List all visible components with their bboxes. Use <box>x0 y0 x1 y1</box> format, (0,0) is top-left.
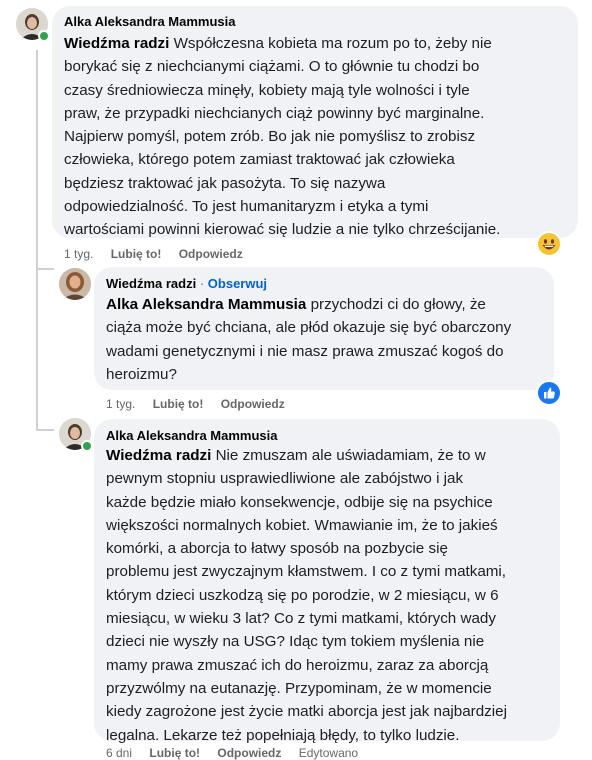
comment-line: większości normalnych kobiet. Wmawianie … <box>106 516 498 534</box>
comment-line: pewnym stopniu usprawiedliwione ale zabó… <box>106 470 464 488</box>
comment-line: miesiącu, w wieku 3 lat? Co z tymi matka… <box>106 610 496 628</box>
follow-button[interactable]: Obserwuj <box>208 276 267 291</box>
comment-line: heroizmu? <box>106 365 177 383</box>
comment-timestamp[interactable]: 6 dni <box>106 746 132 760</box>
comment-line: komórki, a aborcja to łatwy sposób na po… <box>106 540 448 558</box>
comment-actions: 1 tyg. Lubię to! Odpowiedz <box>64 247 257 261</box>
avatar[interactable] <box>59 268 91 300</box>
comment-line: dzieci nie wyszły na USG? Idąc tym tokie… <box>106 633 485 651</box>
comment-text: Wiedźma radzi Współczesna kobieta ma roz… <box>64 32 500 242</box>
comment-line: wadami genetycznymi i nie masz prawa zmu… <box>106 342 504 360</box>
comment-line: Nie zmuszam ale uświadamiam, że to w <box>211 447 486 464</box>
separator: · <box>199 276 205 291</box>
comment-actions: 6 dni Lubię to! Odpowiedz Edytowano <box>106 746 372 760</box>
comment-line: przyzwólmy na eutanazję. Przypominam, że… <box>106 679 492 697</box>
reply-button[interactable]: Odpowiedz <box>217 746 281 760</box>
comment-line: kiedy zagrożone jest życie matki aborcja… <box>106 703 507 721</box>
comment-author[interactable]: Alka Aleksandra Mammusia <box>106 428 277 443</box>
thread-line <box>36 50 38 430</box>
comment-line: ciąża może być chciana, ale płód okazuje… <box>106 319 512 337</box>
comment-text: Wiedźma radzi Nie zmuszam ale uświadamia… <box>106 444 507 747</box>
thumbs-up-icon[interactable] <box>536 380 562 406</box>
comment-timestamp[interactable]: 1 tyg. <box>64 247 93 261</box>
comment-line: każde będzie miało konsekwencje, odbije … <box>106 493 493 511</box>
online-status-dot <box>38 30 50 42</box>
comment-author[interactable]: Alka Aleksandra Mammusia <box>64 14 235 29</box>
comment-author-row: Wiedźma radzi · Obserwuj <box>106 276 267 291</box>
comment-line: wartościami powinni kierować się ludzie … <box>64 221 501 239</box>
comment-line: przychodzi ci do głowy, że <box>306 296 486 313</box>
like-button[interactable]: Lubię to! <box>149 746 200 760</box>
online-status-dot <box>81 440 93 452</box>
comment-text: Alka Aleksandra Mammusia przychodzi ci d… <box>106 293 511 386</box>
comment-line: praw, że przypadki niechcianych ciąż pow… <box>64 104 485 122</box>
comment-line: będziesz traktować jak pasożyta. To się … <box>64 174 386 192</box>
comment-line: Najpierw pomyśl, potem zrób. Bo jak nie … <box>64 128 476 146</box>
comment-line: borykać się z niechcianymi ciążami. O to… <box>64 58 480 76</box>
comment-line: którym dzieci uszkodzą się po porodzie, … <box>106 586 499 604</box>
comment-line: odpowiedzialność. To jest humanitaryzm i… <box>64 198 429 216</box>
mention-link[interactable]: Wiedźma radzi <box>64 35 169 52</box>
edited-label: Edytowano <box>298 746 359 760</box>
mention-link[interactable]: Wiedźma radzi <box>106 447 211 464</box>
comment-line: legalna. Lekarze też popełniają błędy, t… <box>106 726 460 744</box>
comment-line: problemu jest zwyczajnym kłamstwem. I co… <box>106 563 507 581</box>
thread-connector <box>36 429 54 431</box>
comment-line: Współczesna kobieta ma rozum po to, żeby… <box>169 35 492 52</box>
comment-line: czasy średniowiecza minęły, kobiety mają… <box>64 81 470 99</box>
mention-link[interactable]: Alka Aleksandra Mammusia <box>106 296 306 313</box>
comment-timestamp[interactable]: 1 tyg. <box>106 397 135 411</box>
comment-line: człowieka, którego potem zamiast traktow… <box>64 151 455 169</box>
comment-author[interactable]: Wiedźma radzi <box>106 276 196 291</box>
comment-line: mamy prawa zmuszać ich do heroizmu, zara… <box>106 656 489 674</box>
reply-button[interactable]: Odpowiedz <box>179 247 243 261</box>
grinning-face-icon[interactable] <box>536 231 562 257</box>
like-button[interactable]: Lubię to! <box>111 247 162 261</box>
reply-button[interactable]: Odpowiedz <box>221 397 285 411</box>
like-button[interactable]: Lubię to! <box>153 397 204 411</box>
comment-actions: 1 tyg. Lubię to! Odpowiedz <box>106 397 299 411</box>
thread-connector <box>36 268 54 270</box>
